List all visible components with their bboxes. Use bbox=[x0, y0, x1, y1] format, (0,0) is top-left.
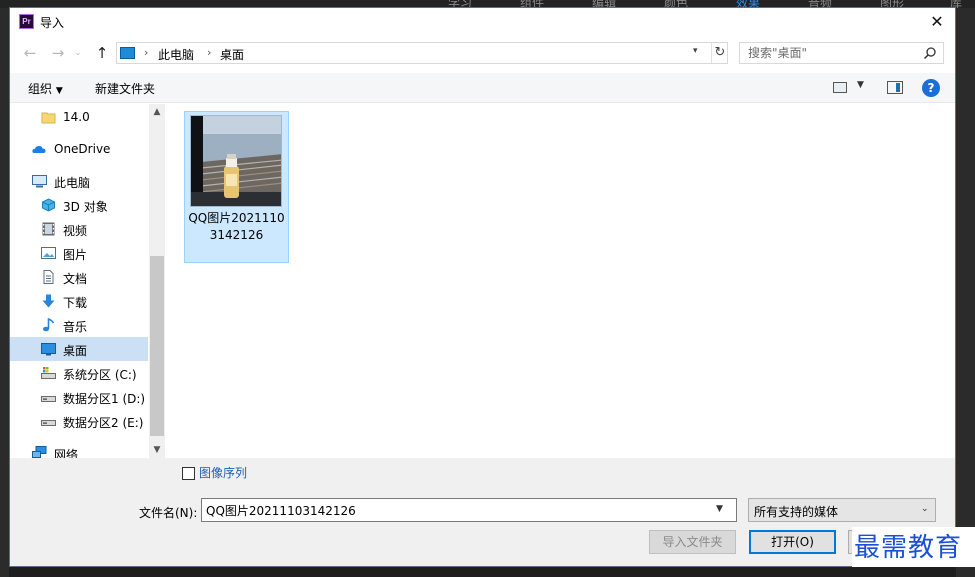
3d-objects-icon bbox=[42, 198, 55, 212]
search-box[interactable] bbox=[739, 42, 944, 64]
sidebar-item-pictures[interactable]: 图片 bbox=[10, 241, 148, 265]
sidebar-item-drive-d[interactable]: 数据分区1 (D:) bbox=[10, 385, 148, 409]
documents-icon bbox=[43, 270, 54, 284]
sidebar-item-onedrive[interactable]: OneDrive bbox=[10, 137, 148, 161]
filename-combobox[interactable]: ▼ bbox=[201, 498, 737, 522]
open-button[interactable]: 打开(O) bbox=[749, 530, 836, 554]
scroll-up-icon[interactable]: ▲ bbox=[149, 104, 165, 120]
address-bar[interactable]: › 此电脑 › 桌面 ▾ ↻ bbox=[116, 42, 728, 64]
sidebar-item-label: 数据分区2 (E:) bbox=[63, 416, 144, 430]
filename-label: 文件名(N): bbox=[139, 506, 198, 520]
onedrive-cloud-icon bbox=[32, 146, 46, 153]
drive-icon bbox=[41, 420, 56, 426]
sidebar-item-this-pc[interactable]: 此电脑 bbox=[10, 169, 148, 193]
file-name: QQ图片20211103142126 bbox=[188, 211, 285, 242]
sidebar-item-label: 数据分区1 (D:) bbox=[63, 392, 146, 406]
network-icon bbox=[32, 446, 47, 458]
image-thumbnail bbox=[190, 115, 282, 207]
this-pc-icon bbox=[32, 175, 47, 188]
sidebar-item-label: 桌面 bbox=[63, 344, 88, 358]
filename-input[interactable] bbox=[202, 499, 712, 521]
navigation-pane: 14.0 OneDrive 此电脑 3D 对象 视频 图片 文档 下载 音乐 桌… bbox=[10, 104, 165, 458]
sidebar-item-videos[interactable]: 视频 bbox=[10, 217, 148, 241]
import-dialog: Pr 导入 ✕ ← → ⌄ ↑ › 此电脑 › 桌面 ▾ ↻ 组织 ▼ 新建文件… bbox=[9, 7, 956, 567]
watermark: 最需教育 bbox=[852, 527, 975, 567]
sidebar-item-label: 音乐 bbox=[63, 320, 88, 334]
sidebar-item-label: 图片 bbox=[63, 248, 88, 262]
dialog-title: 导入 bbox=[40, 16, 65, 30]
dialog-footer: 图像序列 文件名(N): ▼ 所有支持的媒体 ⌄ 导入文件夹 打开(O) 取消 bbox=[10, 458, 955, 566]
drive-icon bbox=[41, 396, 56, 402]
new-folder-button[interactable]: 新建文件夹 bbox=[95, 80, 155, 97]
search-icon[interactable] bbox=[923, 46, 937, 60]
file-item[interactable]: QQ图片20211103142126 bbox=[184, 111, 289, 263]
sidebar-item-label: 14.0 bbox=[63, 110, 90, 124]
breadcrumb-separator-icon: › bbox=[144, 46, 149, 59]
chevron-down-icon[interactable]: ▾ bbox=[693, 46, 698, 56]
help-icon[interactable]: ? bbox=[922, 79, 940, 97]
file-type-value: 所有支持的媒体 bbox=[754, 505, 839, 519]
organize-label: 组织 bbox=[28, 82, 53, 96]
import-folder-button[interactable]: 导入文件夹 bbox=[649, 530, 736, 554]
watermark-text: 最需教育 bbox=[854, 533, 963, 563]
sidebar-item-downloads[interactable]: 下载 bbox=[10, 289, 148, 313]
this-pc-icon bbox=[120, 47, 135, 59]
image-sequence-label[interactable]: 图像序列 bbox=[199, 464, 247, 481]
breadcrumb-separator-icon: › bbox=[207, 46, 212, 59]
breadcrumb-desktop[interactable]: 桌面 bbox=[220, 46, 244, 63]
sidebar-item-label: 文档 bbox=[63, 272, 88, 286]
sidebar-item-documents[interactable]: 文档 bbox=[10, 265, 148, 289]
downloads-icon bbox=[42, 294, 55, 308]
sidebar-item-label: 下载 bbox=[63, 296, 88, 310]
sidebar-item-14-0[interactable]: 14.0 bbox=[10, 105, 148, 129]
sidebar-item-desktop[interactable]: 桌面 bbox=[10, 337, 148, 361]
sidebar-item-label: 3D 对象 bbox=[63, 200, 108, 214]
command-bar: 组织 ▼ 新建文件夹 ▼ ? bbox=[10, 73, 955, 103]
system-drive-icon bbox=[41, 367, 56, 379]
search-input[interactable] bbox=[740, 43, 920, 63]
folder-icon bbox=[41, 112, 56, 124]
preview-pane-icon[interactable] bbox=[887, 81, 903, 94]
chevron-down-icon: ⌄ bbox=[921, 504, 929, 514]
scrollbar-thumb[interactable] bbox=[150, 256, 164, 436]
music-icon bbox=[43, 318, 55, 332]
sidebar-item-label: OneDrive bbox=[54, 142, 111, 156]
sidebar-item-network[interactable]: 网络 bbox=[10, 441, 148, 458]
sidebar-item-drive-e[interactable]: 数据分区2 (E:) bbox=[10, 409, 148, 433]
desktop-icon bbox=[41, 343, 56, 356]
premiere-app-icon: Pr bbox=[19, 14, 34, 29]
file-list: QQ图片20211103142126 bbox=[166, 104, 955, 458]
pictures-icon bbox=[41, 247, 56, 259]
file-type-select[interactable]: 所有支持的媒体 ⌄ bbox=[748, 498, 936, 522]
forward-arrow-icon[interactable]: → bbox=[48, 43, 68, 63]
background-right-panel bbox=[956, 8, 975, 577]
refresh-icon[interactable]: ↻ bbox=[711, 43, 728, 63]
sidebar-item-label: 系统分区 (C:) bbox=[63, 368, 137, 382]
title-bar: Pr 导入 ✕ bbox=[10, 8, 955, 35]
sidebar-item-label: 网络 bbox=[54, 448, 79, 458]
sidebar-item-music[interactable]: 音乐 bbox=[10, 313, 148, 337]
view-icon bbox=[833, 82, 847, 93]
chevron-down-icon[interactable]: ▼ bbox=[716, 504, 723, 514]
chevron-down-icon: ▼ bbox=[55, 86, 63, 96]
recent-locations-chevron-icon[interactable]: ⌄ bbox=[72, 43, 84, 63]
sidebar-item-drive-c[interactable]: 系统分区 (C:) bbox=[10, 361, 148, 385]
back-arrow-icon[interactable]: ← bbox=[20, 43, 40, 63]
close-button[interactable]: ✕ bbox=[924, 11, 950, 33]
videos-icon bbox=[42, 222, 55, 236]
image-sequence-checkbox[interactable] bbox=[182, 467, 195, 480]
sidebar-item-label: 此电脑 bbox=[54, 176, 91, 190]
train-window-photo bbox=[191, 116, 281, 206]
organize-button[interactable]: 组织 ▼ bbox=[28, 80, 63, 97]
sidebar-scrollbar[interactable]: ▲ ▼ bbox=[149, 104, 165, 458]
sidebar-item-3d-objects[interactable]: 3D 对象 bbox=[10, 193, 148, 217]
sidebar-item-label: 视频 bbox=[63, 224, 88, 238]
change-view-button[interactable]: ▼ bbox=[833, 80, 867, 95]
chevron-down-icon: ▼ bbox=[857, 80, 864, 90]
breadcrumb-this-pc[interactable]: 此电脑 bbox=[158, 46, 194, 63]
scroll-down-icon[interactable]: ▼ bbox=[149, 442, 165, 458]
up-arrow-icon[interactable]: ↑ bbox=[92, 43, 112, 63]
background-left-panel bbox=[0, 8, 9, 577]
